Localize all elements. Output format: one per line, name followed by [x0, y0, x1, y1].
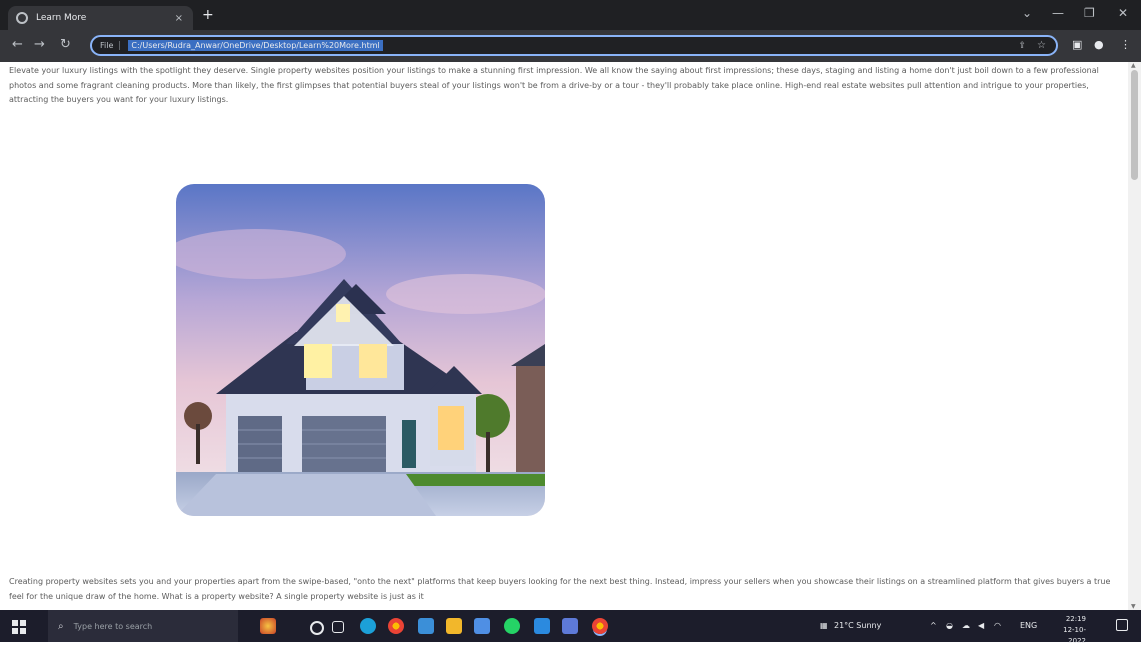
back-button[interactable]: ← — [12, 38, 23, 52]
network-icon[interactable]: ◒ — [946, 621, 953, 630]
clock[interactable]: 22:19 12-10-2022 — [1046, 614, 1086, 647]
browser-tab[interactable]: Learn More × — [8, 6, 193, 30]
sidebar-icon[interactable]: ▣ — [1072, 38, 1082, 51]
taskbar: ⌕ Type here to search ▦ 21°C Sunny ^ ◒ ☁… — [0, 610, 1141, 645]
clock-date: 12-10-2022 — [1063, 626, 1086, 645]
vscode-icon[interactable] — [534, 618, 550, 634]
chrome-icon[interactable] — [388, 618, 404, 634]
reload-button[interactable]: ↻ — [60, 38, 71, 52]
page-scrollbar[interactable]: ▲ ▼ — [1128, 62, 1141, 610]
browser-toolbar: ← → ↻ File C:/Users/Rudra_Anwar/OneDrive… — [0, 30, 1141, 62]
language-indicator[interactable]: ENG — [1020, 621, 1037, 630]
scroll-up-icon[interactable]: ▲ — [1131, 62, 1136, 69]
edge-icon[interactable] — [360, 618, 376, 634]
whatsapp-icon[interactable] — [504, 618, 520, 634]
scrollbar-thumb[interactable] — [1131, 70, 1138, 180]
menu-icon[interactable]: ⋮ — [1120, 38, 1131, 51]
chevron-down-icon[interactable]: ⌄ — [1022, 6, 1032, 20]
body-paragraph: Creating property websites sets you and … — [9, 577, 1111, 601]
window-close-button[interactable]: ✕ — [1118, 6, 1128, 20]
cloud-icon[interactable]: ☁ — [962, 621, 970, 630]
clock-time: 22:19 — [1065, 615, 1086, 623]
intro-paragraph: Elevate your luxury listings with the sp… — [9, 66, 1099, 104]
share-icon[interactable]: ⇪ — [1018, 41, 1026, 51]
windows-start-icon[interactable] — [12, 620, 26, 634]
browser-tab-strip: Learn More × + ⌄ — ❐ ✕ — [0, 0, 1141, 30]
bookmark-star-icon[interactable]: ☆ — [1037, 40, 1046, 51]
cortana-icon[interactable] — [310, 621, 324, 635]
house-image — [176, 184, 545, 516]
tab-close-icon[interactable]: × — [175, 13, 183, 24]
minimize-button[interactable]: — — [1052, 6, 1064, 20]
taskbar-search[interactable]: ⌕ Type here to search — [48, 610, 238, 642]
new-tab-button[interactable]: + — [202, 8, 214, 22]
search-placeholder: Type here to search — [73, 621, 153, 631]
weather-icon[interactable]: ▦ — [820, 621, 828, 630]
volume-icon[interactable]: ◀ — [978, 621, 984, 630]
news-icon[interactable] — [260, 618, 276, 634]
address-bar[interactable]: File C:/Users/Rudra_Anwar/OneDrive/Deskt… — [90, 35, 1058, 56]
page-content: Elevate your luxury listings with the sp… — [0, 62, 1128, 610]
scroll-down-icon[interactable]: ▼ — [1131, 603, 1136, 610]
forward-button[interactable]: → — [34, 38, 45, 52]
file-explorer-icon[interactable] — [446, 618, 462, 634]
task-view-icon[interactable] — [332, 621, 344, 633]
mail-icon[interactable] — [474, 618, 490, 634]
weather-text[interactable]: 21°C Sunny — [834, 621, 881, 630]
site-info-label[interactable]: File — [100, 41, 121, 50]
maximize-button[interactable]: ❐ — [1084, 6, 1095, 20]
tab-title: Learn More — [36, 13, 87, 23]
chrome-active-icon[interactable] — [592, 618, 608, 634]
tray-chevron-icon[interactable]: ^ — [930, 621, 937, 630]
notification-icon[interactable] — [1116, 619, 1128, 631]
globe-icon — [16, 12, 28, 24]
search-icon: ⌕ — [58, 620, 64, 632]
app-icon[interactable] — [562, 618, 578, 634]
profile-icon[interactable]: ● — [1094, 38, 1104, 51]
wifi-icon[interactable]: ◠ — [994, 621, 1001, 630]
address-url[interactable]: C:/Users/Rudra_Anwar/OneDrive/Desktop/Le… — [128, 40, 383, 51]
store-icon[interactable] — [418, 618, 434, 634]
